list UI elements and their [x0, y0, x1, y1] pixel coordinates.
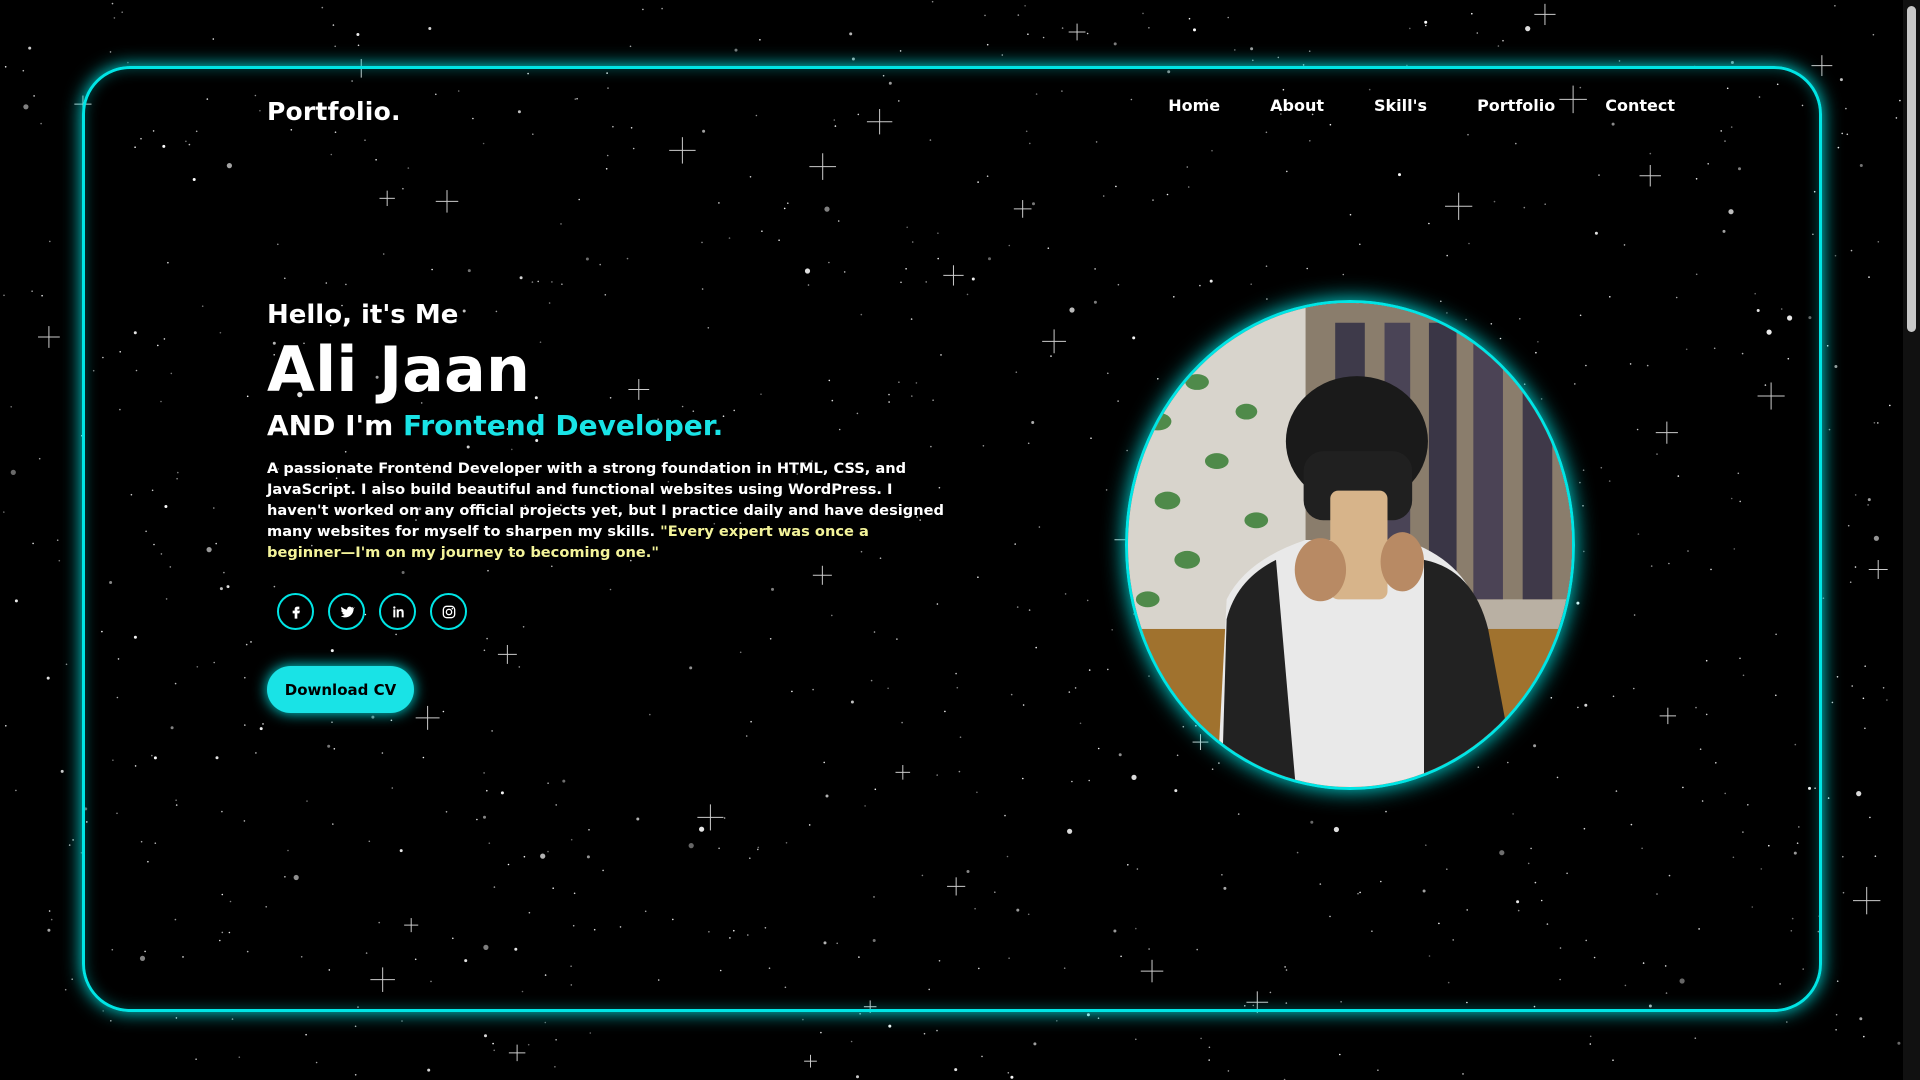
scrollbar-thumb[interactable] — [1907, 6, 1916, 332]
hero-description: A passionate Frontend Developer with a s… — [267, 458, 947, 563]
social-links — [267, 593, 967, 631]
hero-section: Hello, it's Me Ali Jaan AND I'm Frontend… — [267, 300, 967, 714]
nav-about[interactable]: About — [1270, 96, 1324, 115]
hero-role: AND I'm Frontend Developer. — [267, 409, 967, 442]
profile-photo — [1125, 300, 1575, 790]
hero-greeting: Hello, it's Me — [267, 300, 459, 330]
nav-skills[interactable]: Skill's — [1374, 96, 1427, 115]
twitter-icon[interactable] — [328, 593, 365, 631]
download-cv-button[interactable]: Download CV — [267, 666, 414, 714]
instagram-icon[interactable] — [430, 593, 467, 631]
nav-home[interactable]: Home — [1168, 96, 1220, 115]
nav-portfolio[interactable]: Portfolio — [1477, 96, 1555, 115]
scrollbar[interactable] — [1903, 0, 1920, 1080]
hero-name: Ali Jaan — [267, 333, 530, 406]
role-prefix: AND I'm — [267, 409, 394, 443]
role-accent: Frontend Developer. — [403, 409, 724, 443]
site-logo[interactable]: Portfolio. — [267, 97, 401, 126]
main-nav: Home About Skill's Portfolio Contect — [1118, 96, 1675, 115]
facebook-icon[interactable] — [277, 593, 314, 631]
nav-contact[interactable]: Contect — [1605, 96, 1675, 115]
linkedin-icon[interactable] — [379, 593, 416, 631]
